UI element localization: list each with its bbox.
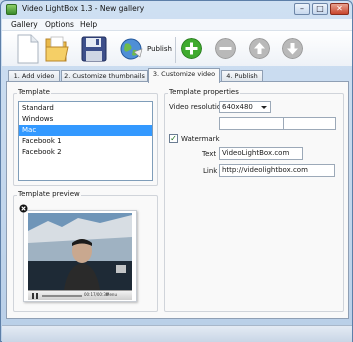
maximize-button[interactable]: □ — [312, 3, 328, 15]
menu-options[interactable]: Options — [45, 20, 74, 29]
preview-video-image — [28, 213, 132, 290]
close-button[interactable]: ✕ — [330, 3, 349, 15]
minimize-button[interactable]: – — [294, 3, 310, 15]
height-input[interactable] — [283, 117, 336, 130]
add-green-icon[interactable] — [181, 38, 202, 59]
template-item-windows[interactable]: Windows — [19, 114, 152, 125]
watermark-link-input[interactable]: http://videolightbox.com — [219, 164, 335, 177]
preview-close-icon — [19, 204, 28, 213]
video-resolution-label: Video resolution — [169, 103, 226, 111]
video-resolution-select[interactable]: 640x480 — [219, 101, 271, 113]
move-up-icon[interactable] — [249, 38, 270, 59]
publish-globe-icon[interactable] — [119, 37, 145, 61]
template-group-label: Template — [17, 88, 51, 96]
pause-icon — [32, 293, 38, 299]
preview-video-frame — [28, 213, 132, 290]
template-item-facebook-1[interactable]: Facebook 1 — [19, 136, 152, 147]
open-folder-icon[interactable] — [44, 35, 70, 63]
preview-time: 00:17/00:30 — [84, 292, 109, 297]
menu-bar: Gallery Options Help — [2, 19, 352, 31]
tab-customize-video[interactable]: 3. Customize video — [148, 68, 220, 83]
menu-gallery[interactable]: Gallery — [11, 20, 38, 29]
watermark-text-input[interactable]: VideoLightBox.com — [219, 147, 303, 160]
window-title: Video LightBox 1.3 - New gallery — [22, 4, 145, 13]
preview-menu-label: Menu — [106, 292, 117, 297]
app-icon — [6, 4, 17, 15]
menu-help[interactable]: Help — [80, 20, 97, 29]
video-resolution-value: 640x480 — [222, 103, 253, 111]
publish-label[interactable]: Publish — [147, 45, 172, 53]
watermark-label: Watermark — [181, 135, 220, 143]
watermark-checkbox[interactable]: ✓ — [169, 134, 178, 143]
app-window: Video LightBox 1.3 - New gallery – □ ✕ G… — [0, 0, 353, 342]
template-item-standard[interactable]: Standard — [19, 103, 152, 114]
template-item-facebook-2[interactable]: Facebook 2 — [19, 147, 152, 158]
link-label: Link — [203, 167, 218, 175]
new-file-icon[interactable] — [17, 34, 39, 64]
title-bar: Video LightBox 1.3 - New gallery – □ ✕ — [1, 1, 352, 18]
template-listbox[interactable]: Standard Windows Mac Facebook 1 Facebook… — [18, 101, 153, 181]
status-bar — [2, 325, 352, 342]
save-floppy-icon[interactable] — [81, 36, 107, 62]
remove-grey-icon[interactable] — [215, 38, 236, 59]
toolbar-separator — [175, 37, 176, 63]
chevron-down-icon — [261, 106, 267, 109]
move-down-icon[interactable] — [282, 38, 303, 59]
preview-seek-bar — [42, 295, 82, 297]
template-properties-label: Template properties — [168, 88, 240, 96]
template-preview-label: Template preview — [17, 190, 81, 198]
preview-video-controls: 00:17/00:30 Menu — [28, 290, 132, 300]
tab-strip: 1. Add video 2. Customize thumbnails 3. … — [6, 68, 349, 83]
template-item-mac[interactable]: Mac — [19, 125, 152, 136]
text-label: Text — [202, 150, 217, 158]
